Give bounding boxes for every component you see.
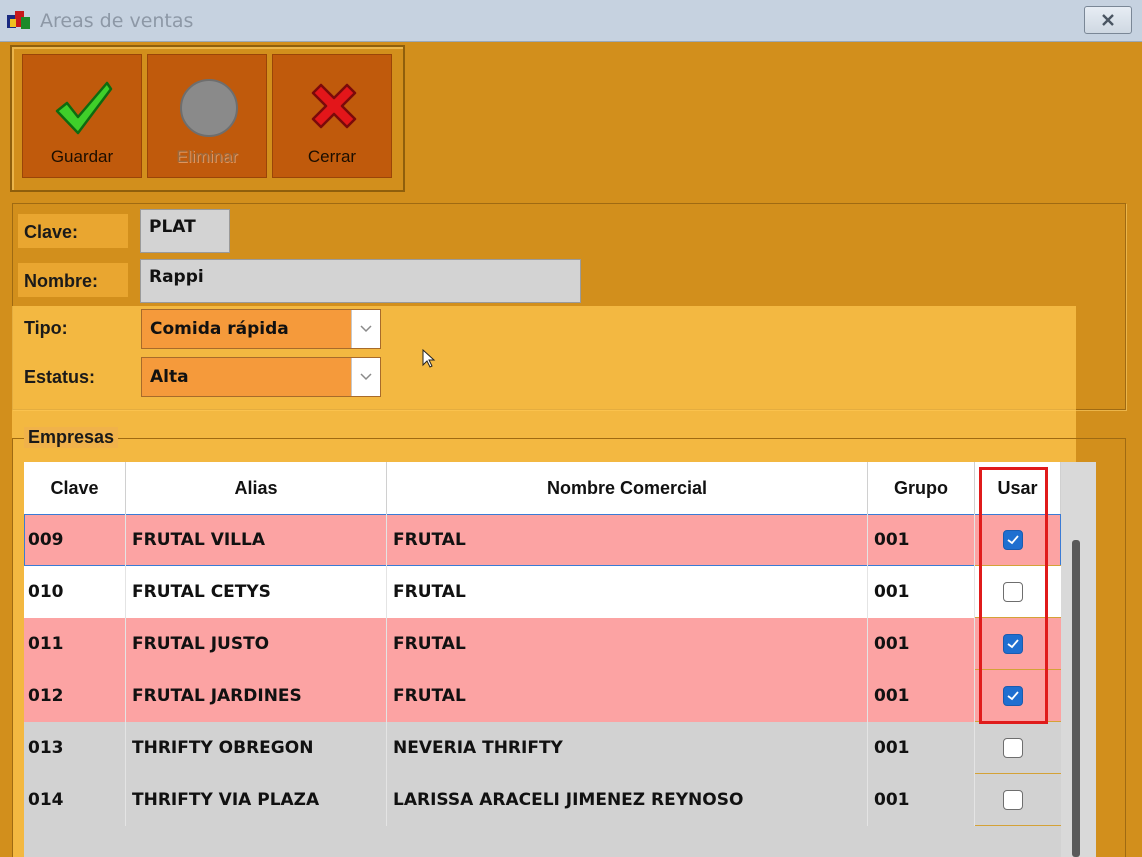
close-icon [1102, 14, 1114, 26]
save-button[interactable]: Guardar [22, 54, 142, 178]
cell-grupo: 001 [868, 514, 975, 566]
nombre-label: Nombre: [24, 271, 99, 291]
table-row[interactable]: 013 THRIFTY OBREGON NEVERIA THRIFTY 001 [24, 722, 1061, 774]
col-header-alias[interactable]: Alias [126, 462, 387, 514]
cell-usar [975, 722, 1061, 774]
table-row[interactable]: 014 THRIFTY VIA PLAZA LARISSA ARACELI JIME… [24, 774, 1061, 826]
cell-alias: FRUTAL JUSTO [126, 618, 387, 670]
cell-usar [975, 774, 1061, 826]
window-title: Areas de ventas [40, 10, 194, 32]
cell-alias: FRUTAL CETYS [126, 566, 387, 618]
col-header-grupo[interactable]: Grupo [868, 462, 975, 514]
table-row[interactable]: 012 FRUTAL JARDINES FRUTAL 001 [24, 670, 1061, 722]
chevron-down-icon[interactable] [351, 358, 380, 396]
cell-clave: 014 [24, 774, 126, 826]
cell-clave: 009 [24, 514, 126, 566]
clave-field[interactable]: PLAT [140, 209, 230, 253]
check-icon [55, 81, 113, 135]
cell-alias: FRUTAL JARDINES [126, 670, 387, 722]
table-row[interactable]: 011 FRUTAL JUSTO FRUTAL 001 [24, 618, 1061, 670]
col-header-clave[interactable]: Clave [24, 462, 126, 514]
estatus-label: Estatus: [24, 367, 96, 387]
cell-alias: THRIFTY OBREGON [126, 722, 387, 774]
cell-nombre: LARISSA ARACELI JIMENEZ REYNOSO [387, 774, 868, 826]
cell-nombre: FRUTAL [387, 566, 868, 618]
cell-grupo: 001 [868, 618, 975, 670]
save-label: Guardar [50, 147, 114, 166]
cell-nombre: FRUTAL [387, 670, 868, 722]
col-header-nombre[interactable]: Nombre Comercial [387, 462, 868, 514]
gray-circle-icon [180, 79, 238, 137]
cell-grupo: 001 [868, 566, 975, 618]
cell-grupo: 001 [868, 670, 975, 722]
nombre-field[interactable]: Rappi [140, 259, 581, 303]
tipo-label: Tipo: [24, 318, 68, 338]
estatus-value: Alta [150, 367, 189, 387]
delete-button[interactable]: Eliminar [147, 54, 267, 178]
tipo-select[interactable]: Comida rápida [141, 309, 381, 349]
close-button[interactable] [1084, 6, 1132, 34]
mouse-cursor-icon [422, 348, 436, 373]
empresas-legend: Empresas [24, 427, 119, 448]
cell-nombre: FRUTAL [387, 618, 868, 670]
estatus-select[interactable]: Alta [141, 357, 381, 397]
cell-alias: THRIFTY VIA PLAZA [126, 774, 387, 826]
usar-highlight-box [979, 467, 1048, 724]
chevron-down-icon[interactable] [351, 310, 380, 348]
close-form-button[interactable]: Cerrar [272, 54, 392, 178]
cell-clave: 011 [24, 618, 126, 670]
table-row[interactable]: 010 FRUTAL CETYS FRUTAL 001 [24, 566, 1061, 618]
app-icon [6, 9, 32, 31]
scrollbar-thumb[interactable] [1072, 540, 1080, 857]
cell-clave: 010 [24, 566, 126, 618]
close-form-label: Cerrar [307, 147, 357, 166]
cell-clave: 013 [24, 722, 126, 774]
cell-nombre: FRUTAL [387, 514, 868, 566]
cell-grupo: 001 [868, 774, 975, 826]
cell-alias: FRUTAL VILLA [126, 514, 387, 566]
tipo-value: Comida rápida [150, 319, 289, 339]
cell-grupo: 001 [868, 722, 975, 774]
delete-label: Eliminar [176, 147, 238, 166]
cell-clave: 012 [24, 670, 126, 722]
checkbox-unchecked[interactable] [1003, 790, 1023, 810]
red-x-icon [311, 83, 357, 129]
table-row[interactable]: 009 FRUTAL VILLA FRUTAL 001 [24, 514, 1061, 566]
cell-nombre: NEVERIA THRIFTY [387, 722, 868, 774]
clave-label: Clave: [24, 222, 79, 242]
checkbox-unchecked[interactable] [1003, 738, 1023, 758]
